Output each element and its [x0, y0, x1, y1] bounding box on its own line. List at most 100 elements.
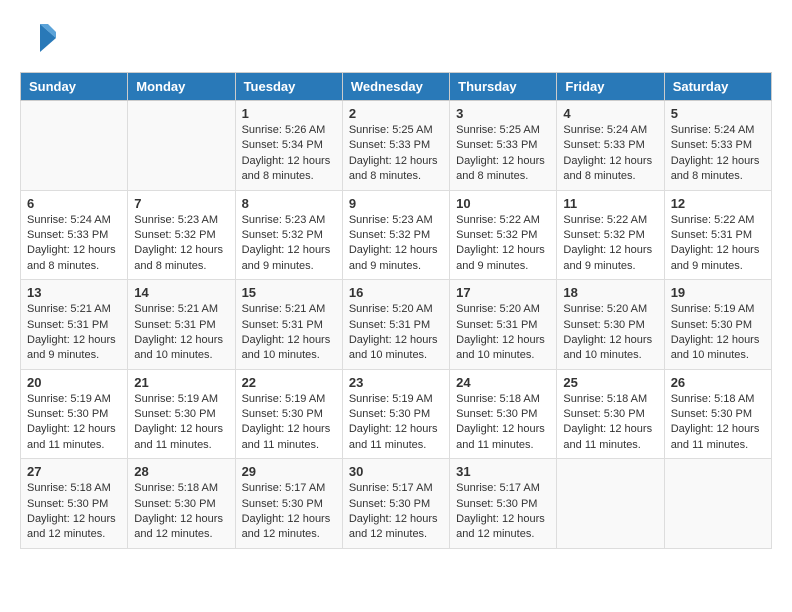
- day-cell: 24 Sunrise: 5:18 AM Sunset: 5:30 PM Dayli…: [450, 369, 557, 459]
- day-number: 12: [671, 196, 765, 211]
- day-number: 22: [242, 375, 336, 390]
- day-number: 11: [563, 196, 657, 211]
- day-number: 14: [134, 285, 228, 300]
- day-cell: 31 Sunrise: 5:17 AM Sunset: 5:30 PM Dayli…: [450, 459, 557, 549]
- day-info: Sunrise: 5:18 AM Sunset: 5:30 PM Dayligh…: [563, 392, 657, 454]
- header-cell-monday: Monday: [128, 73, 235, 101]
- day-number: 9: [349, 196, 443, 211]
- day-info: Sunrise: 5:18 AM Sunset: 5:30 PM Dayligh…: [27, 481, 121, 543]
- day-cell: 7Sunrise: 5:23 AM Sunset: 5:32 PM Daylig…: [128, 190, 235, 280]
- day-info: Sunrise: 5:21 AM Sunset: 5:31 PM Dayligh…: [242, 302, 336, 364]
- day-info: Sunrise: 5:22 AM Sunset: 5:32 PM Dayligh…: [563, 213, 657, 275]
- day-number: 28: [134, 464, 228, 479]
- day-number: 26: [671, 375, 765, 390]
- page-header: [20, 20, 772, 56]
- day-info: Sunrise: 5:22 AM Sunset: 5:31 PM Dayligh…: [671, 213, 765, 275]
- day-info: Sunrise: 5:23 AM Sunset: 5:32 PM Dayligh…: [349, 213, 443, 275]
- logo-icon: [20, 20, 56, 56]
- day-number: 5: [671, 106, 765, 121]
- week-row-1: 1Sunrise: 5:26 AM Sunset: 5:34 PM Daylig…: [21, 101, 772, 191]
- week-row-4: 20 Sunrise: 5:19 AM Sunset: 5:30 PM Dayli…: [21, 369, 772, 459]
- day-cell: 29 Sunrise: 5:17 AM Sunset: 5:30 PM Dayli…: [235, 459, 342, 549]
- day-number: 15: [242, 285, 336, 300]
- day-cell: 12 Sunrise: 5:22 AM Sunset: 5:31 PM Dayli…: [664, 190, 771, 280]
- day-number: 20: [27, 375, 121, 390]
- day-number: 25: [563, 375, 657, 390]
- day-info: Sunrise: 5:20 AM Sunset: 5:30 PM Dayligh…: [563, 302, 657, 364]
- day-cell: 30 Sunrise: 5:17 AM Sunset: 5:30 PM Dayli…: [342, 459, 449, 549]
- day-cell: 15 Sunrise: 5:21 AM Sunset: 5:31 PM Dayli…: [235, 280, 342, 370]
- day-cell: [128, 101, 235, 191]
- day-info: Sunrise: 5:20 AM Sunset: 5:31 PM Dayligh…: [349, 302, 443, 364]
- day-number: 13: [27, 285, 121, 300]
- day-info: Sunrise: 5:19 AM Sunset: 5:30 PM Dayligh…: [349, 392, 443, 454]
- day-info: Sunrise: 5:23 AM Sunset: 5:32 PM Dayligh…: [242, 213, 336, 275]
- day-info: Sunrise: 5:19 AM Sunset: 5:30 PM Dayligh…: [671, 302, 765, 364]
- day-cell: 3 Sunrise: 5:25 AM Sunset: 5:33 PM Daylig…: [450, 101, 557, 191]
- day-info: Sunrise: 5:23 AM Sunset: 5:32 PM Dayligh…: [134, 213, 228, 275]
- day-number: 24: [456, 375, 550, 390]
- day-cell: 28 Sunrise: 5:18 AM Sunset: 5:30 PM Dayli…: [128, 459, 235, 549]
- day-cell: 8 Sunrise: 5:23 AM Sunset: 5:32 PM Daylig…: [235, 190, 342, 280]
- day-number: 8: [242, 196, 336, 211]
- day-cell: [664, 459, 771, 549]
- day-cell: 13 Sunrise: 5:21 AM Sunset: 5:31 PM Dayli…: [21, 280, 128, 370]
- day-cell: 21 Sunrise: 5:19 AM Sunset: 5:30 PM Dayli…: [128, 369, 235, 459]
- header-row: SundayMondayTuesdayWednesdayThursdayFrid…: [21, 73, 772, 101]
- day-cell: 14 Sunrise: 5:21 AM Sunset: 5:31 PM Dayli…: [128, 280, 235, 370]
- header-cell-thursday: Thursday: [450, 73, 557, 101]
- day-number: 31: [456, 464, 550, 479]
- day-info: Sunrise: 5:17 AM Sunset: 5:30 PM Dayligh…: [242, 481, 336, 543]
- day-cell: 9 Sunrise: 5:23 AM Sunset: 5:32 PM Daylig…: [342, 190, 449, 280]
- day-info: Sunrise: 5:17 AM Sunset: 5:30 PM Dayligh…: [456, 481, 550, 543]
- day-info: Sunrise: 5:18 AM Sunset: 5:30 PM Dayligh…: [456, 392, 550, 454]
- logo: [20, 20, 60, 56]
- day-cell: 4Sunrise: 5:24 AM Sunset: 5:33 PM Daylig…: [557, 101, 664, 191]
- day-info: Sunrise: 5:25 AM Sunset: 5:33 PM Dayligh…: [456, 123, 550, 185]
- day-info: Sunrise: 5:21 AM Sunset: 5:31 PM Dayligh…: [27, 302, 121, 364]
- day-number: 16: [349, 285, 443, 300]
- day-cell: 25 Sunrise: 5:18 AM Sunset: 5:30 PM Dayli…: [557, 369, 664, 459]
- day-number: 17: [456, 285, 550, 300]
- day-cell: [557, 459, 664, 549]
- week-row-3: 13 Sunrise: 5:21 AM Sunset: 5:31 PM Dayli…: [21, 280, 772, 370]
- day-cell: 23 Sunrise: 5:19 AM Sunset: 5:30 PM Dayli…: [342, 369, 449, 459]
- day-info: Sunrise: 5:20 AM Sunset: 5:31 PM Dayligh…: [456, 302, 550, 364]
- header-cell-wednesday: Wednesday: [342, 73, 449, 101]
- calendar-table: SundayMondayTuesdayWednesdayThursdayFrid…: [20, 72, 772, 549]
- day-cell: 2Sunrise: 5:25 AM Sunset: 5:33 PM Daylig…: [342, 101, 449, 191]
- header-cell-saturday: Saturday: [664, 73, 771, 101]
- day-number: 21: [134, 375, 228, 390]
- day-number: 1: [242, 106, 336, 121]
- day-cell: 27 Sunrise: 5:18 AM Sunset: 5:30 PM Dayli…: [21, 459, 128, 549]
- header-cell-sunday: Sunday: [21, 73, 128, 101]
- day-info: Sunrise: 5:19 AM Sunset: 5:30 PM Dayligh…: [27, 392, 121, 454]
- day-cell: 11 Sunrise: 5:22 AM Sunset: 5:32 PM Dayli…: [557, 190, 664, 280]
- day-number: 29: [242, 464, 336, 479]
- day-info: Sunrise: 5:19 AM Sunset: 5:30 PM Dayligh…: [134, 392, 228, 454]
- day-info: Sunrise: 5:25 AM Sunset: 5:33 PM Dayligh…: [349, 123, 443, 185]
- day-number: 30: [349, 464, 443, 479]
- day-number: 3: [456, 106, 550, 121]
- day-info: Sunrise: 5:24 AM Sunset: 5:33 PM Dayligh…: [671, 123, 765, 185]
- day-number: 19: [671, 285, 765, 300]
- day-cell: 10Sunrise: 5:22 AM Sunset: 5:32 PM Dayli…: [450, 190, 557, 280]
- day-cell: 18 Sunrise: 5:20 AM Sunset: 5:30 PM Dayli…: [557, 280, 664, 370]
- day-info: Sunrise: 5:17 AM Sunset: 5:30 PM Dayligh…: [349, 481, 443, 543]
- header-cell-tuesday: Tuesday: [235, 73, 342, 101]
- week-row-2: 6Sunrise: 5:24 AM Sunset: 5:33 PM Daylig…: [21, 190, 772, 280]
- day-info: Sunrise: 5:19 AM Sunset: 5:30 PM Dayligh…: [242, 392, 336, 454]
- day-number: 4: [563, 106, 657, 121]
- day-number: 10: [456, 196, 550, 211]
- day-number: 18: [563, 285, 657, 300]
- day-number: 23: [349, 375, 443, 390]
- day-cell: 22 Sunrise: 5:19 AM Sunset: 5:30 PM Dayli…: [235, 369, 342, 459]
- day-info: Sunrise: 5:18 AM Sunset: 5:30 PM Dayligh…: [671, 392, 765, 454]
- day-info: Sunrise: 5:21 AM Sunset: 5:31 PM Dayligh…: [134, 302, 228, 364]
- day-number: 6: [27, 196, 121, 211]
- day-info: Sunrise: 5:18 AM Sunset: 5:30 PM Dayligh…: [134, 481, 228, 543]
- day-number: 27: [27, 464, 121, 479]
- day-cell: 17 Sunrise: 5:20 AM Sunset: 5:31 PM Dayli…: [450, 280, 557, 370]
- day-cell: 19 Sunrise: 5:19 AM Sunset: 5:30 PM Dayli…: [664, 280, 771, 370]
- day-cell: 20 Sunrise: 5:19 AM Sunset: 5:30 PM Dayli…: [21, 369, 128, 459]
